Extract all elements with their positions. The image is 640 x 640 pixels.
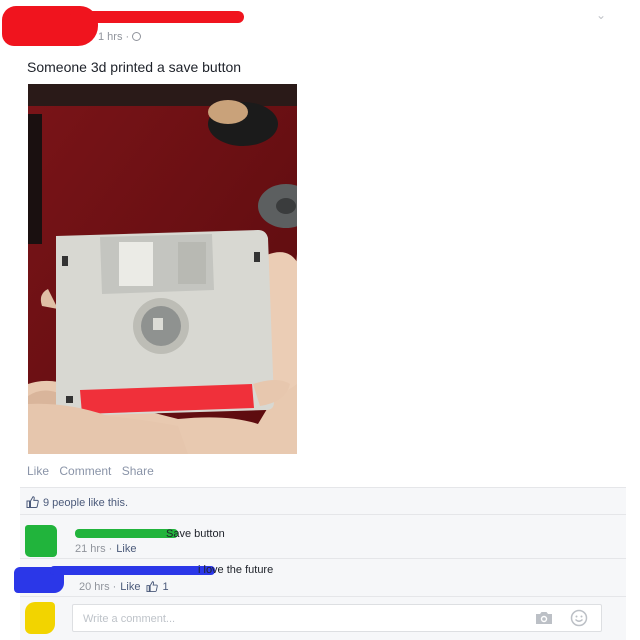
likes-text: 9 people like this. — [43, 497, 128, 509]
post-photo[interactable] — [28, 84, 297, 454]
facebook-post: 1 hrs · ⌄ Someone 3d printed a save butt… — [0, 0, 640, 640]
comment-time[interactable]: 21 hrs · — [75, 543, 112, 555]
share-link[interactable]: Share — [122, 464, 154, 478]
comment-composer[interactable] — [72, 604, 602, 632]
comment-text: Save button — [166, 528, 225, 540]
redacted-author-name[interactable] — [70, 11, 244, 23]
comment-meta: 21 hrs · Like — [75, 543, 136, 555]
comment-like-link[interactable]: Like — [116, 543, 136, 555]
comment-meta: 20 hrs · Like 1 — [79, 581, 169, 595]
feedback-section: 9 people like this. Save button 21 hrs ·… — [14, 487, 626, 640]
redacted-commenter-name[interactable] — [75, 529, 178, 538]
comment-input[interactable] — [81, 609, 505, 629]
post-text: Someone 3d printed a save button — [27, 59, 242, 75]
post-timestamp[interactable]: 1 hrs · — [98, 31, 142, 43]
floppy-disk-photo — [28, 84, 297, 454]
likes-summary[interactable]: 9 people like this. — [26, 496, 128, 511]
redacted-commenter-avatar[interactable] — [25, 525, 57, 557]
divider — [20, 514, 626, 515]
like-link[interactable]: Like — [27, 464, 49, 478]
divider — [20, 596, 626, 597]
camera-icon[interactable] — [535, 610, 553, 626]
thumbs-up-icon — [146, 581, 159, 595]
divider — [20, 558, 626, 559]
chevron-down-icon[interactable]: ⌄ — [594, 8, 608, 22]
comment-time[interactable]: 20 hrs · — [79, 581, 116, 593]
globe-icon — [132, 32, 142, 41]
post-actions: Like Comment Share — [27, 464, 161, 478]
comment-like-count-value: 1 — [162, 581, 169, 593]
smiley-icon[interactable] — [570, 609, 588, 627]
thumbs-up-icon — [26, 496, 39, 511]
comment-like-count[interactable]: 1 — [146, 581, 169, 595]
redacted-commenter-name[interactable] — [50, 566, 215, 575]
comment-text: i love the future — [198, 564, 274, 576]
post-time[interactable]: 1 hrs · — [98, 31, 129, 43]
comment-like-link[interactable]: Like — [120, 581, 140, 593]
comment-link[interactable]: Comment — [59, 464, 111, 478]
redacted-user-avatar — [25, 602, 55, 634]
